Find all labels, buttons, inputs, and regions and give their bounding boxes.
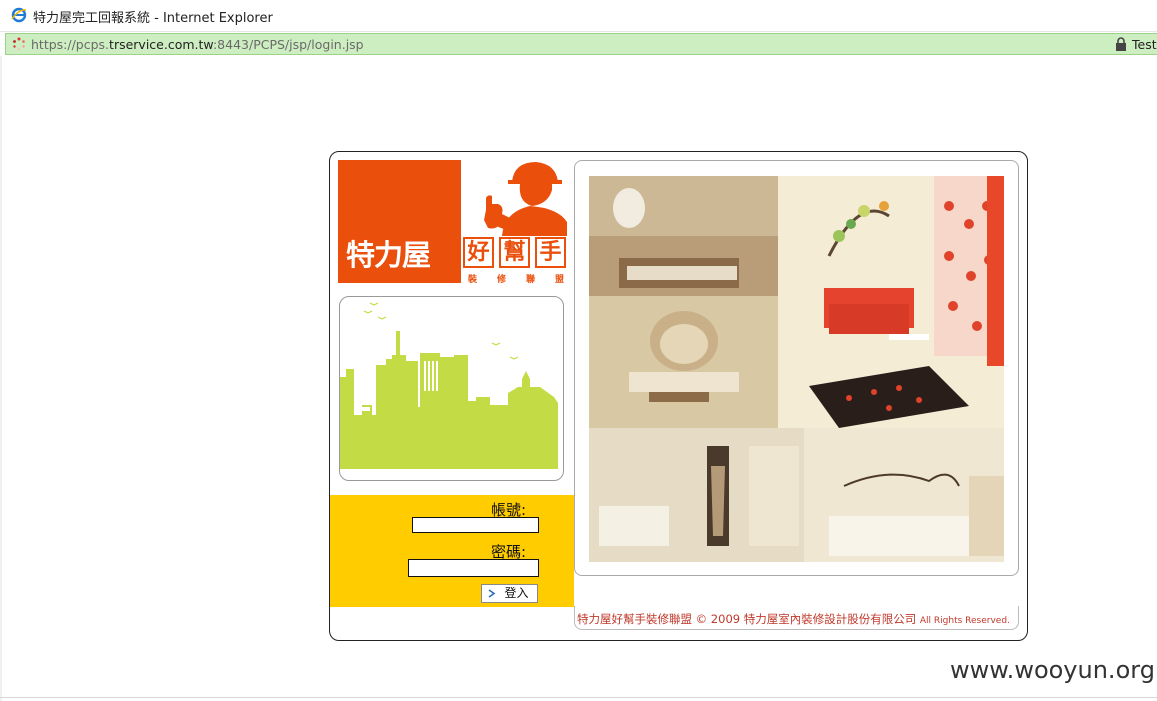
footer: 特力屋好幫手裝修聯盟 © 2009 特力屋室內裝修設計股份有限公司 All Ri… <box>574 606 1019 630</box>
url-domain: trservice.com.tw <box>109 37 213 52</box>
logo-box-2: 幫 <box>499 237 530 268</box>
handyman-thumbs-up-icon <box>484 162 567 236</box>
window-bottom-border <box>0 697 1157 698</box>
footer-copyright: 特力屋好幫手裝修聯盟 © 2009 特力屋室內裝修設計股份有限公司 All Ri… <box>577 611 1010 627</box>
url-text[interactable]: https://pcps.trservice.com.tw:8443/PCPS/… <box>31 37 364 52</box>
city-skyline-illustration <box>340 302 558 469</box>
logo-sub-2: 修 <box>496 275 506 285</box>
brand-logo: 特力屋 <box>338 160 461 283</box>
arrow-icon <box>488 589 496 598</box>
logo-sub-1: 裝 <box>468 275 478 285</box>
logo-sub-4: 盟 <box>554 275 564 285</box>
logo-subtitle: 裝 修 聯 盟 <box>466 272 566 285</box>
url-scheme-host: https://pcps. <box>31 37 110 52</box>
logo-box-3: 手 <box>535 237 566 268</box>
photo-panel-gap <box>574 576 1026 606</box>
brand-name: 特力屋 <box>346 238 431 272</box>
interior-photo-collage <box>589 176 1004 562</box>
url-path: :8443/PCPS/jsp/login.jsp <box>212 37 364 52</box>
footer-rights: All Rights Reserved. <box>919 616 1010 626</box>
watermark: www.wooyun.org <box>950 656 1155 684</box>
loading-icon <box>13 37 25 51</box>
login-button[interactable]: 登入 <box>481 584 538 603</box>
window-title: 特力屋完工回報系統 - Internet Explorer <box>33 11 273 26</box>
logo-box-1: 好 <box>463 237 494 268</box>
password-input[interactable] <box>408 559 539 577</box>
login-button-label: 登入 <box>504 586 529 600</box>
account-input[interactable] <box>412 517 539 533</box>
cert-label[interactable]: Test <box>1132 37 1157 52</box>
logo-boxes: 好 幫 手 <box>463 237 567 269</box>
window-titlebar: 特力屋完工回報系統 - Internet Explorer <box>0 0 1157 32</box>
logo-sub-3: 聯 <box>525 275 535 285</box>
lock-icon[interactable] <box>1115 37 1127 51</box>
collage-image <box>589 176 1004 562</box>
footer-text: 特力屋好幫手裝修聯盟 © 2009 特力屋室內裝修設計股份有限公司 <box>577 612 917 626</box>
address-bar[interactable]: https://pcps.trservice.com.tw:8443/PCPS/… <box>5 33 1157 55</box>
page-edge <box>0 56 2 701</box>
city-skyline-panel <box>339 296 564 481</box>
ie-icon <box>11 7 27 23</box>
